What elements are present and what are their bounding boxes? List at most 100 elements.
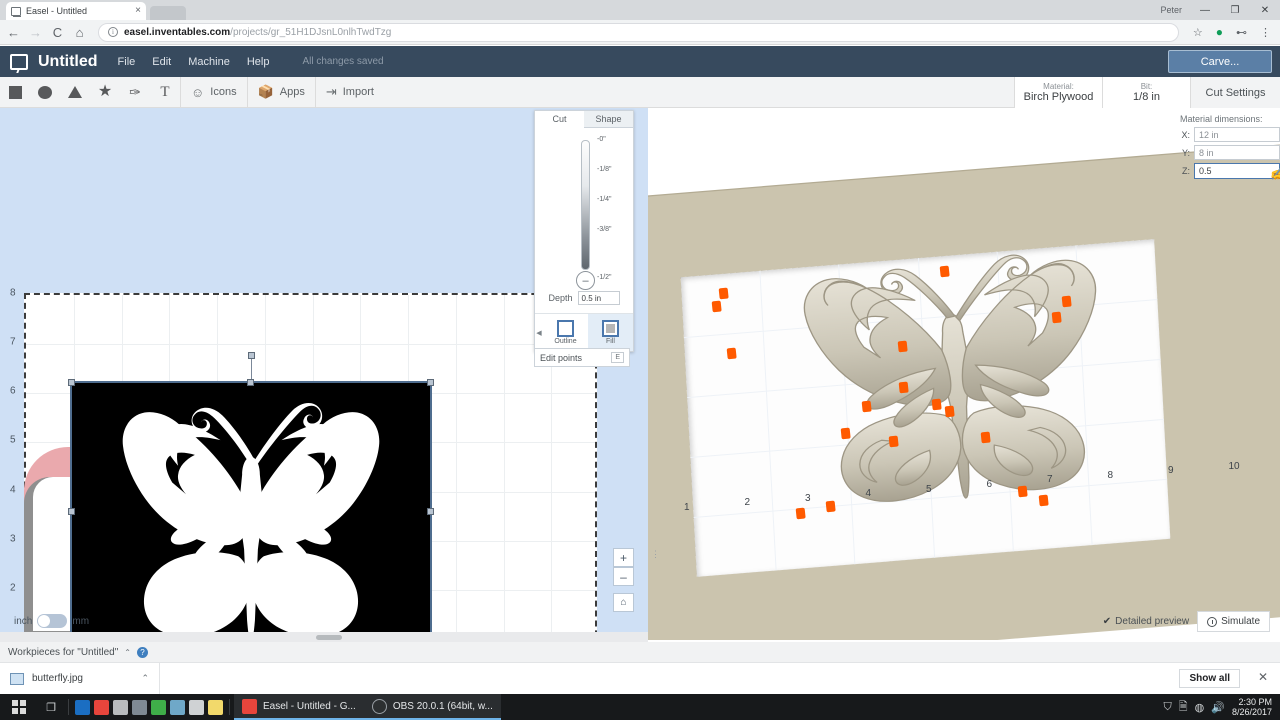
minimize-button[interactable]: — <box>1190 0 1220 20</box>
text-tool[interactable]: T <box>150 77 180 108</box>
cut-panel: Cut Shape – -0" -1/8" -1/4" -3/8" -1/2" … <box>534 110 634 352</box>
easel-toolbar: ★ ✑ T ☺ Icons 📦 Apps ⇥ Import Material: … <box>0 76 1280 108</box>
reload-button[interactable]: C <box>50 25 65 40</box>
holding-tab <box>1061 295 1072 308</box>
detailed-preview-toggle[interactable]: ✔ Detailed preview <box>1103 616 1189 627</box>
paint-icon[interactable] <box>151 699 166 715</box>
maximize-button[interactable]: ❐ <box>1220 0 1250 20</box>
holding-tab <box>711 300 722 313</box>
help-icon[interactable]: ? <box>137 646 148 658</box>
blue-app-icon[interactable] <box>75 699 90 715</box>
volume-icon[interactable]: 🔊 <box>1211 701 1225 714</box>
depth-input[interactable]: 0.5 in <box>577 291 620 305</box>
task-view-icon[interactable]: ❐ <box>38 694 64 720</box>
menu-machine[interactable]: Machine <box>188 56 230 68</box>
preview-ruler-tick: 1 <box>684 502 690 513</box>
unit-switch[interactable] <box>37 614 68 628</box>
3d-preview[interactable]: 1 2 3 4 5 6 7 8 9 10 ⋮ ✔ Detailed preview Simulat… <box>648 108 1280 640</box>
forward-button[interactable]: → <box>28 25 43 40</box>
network-icon[interactable]: ◍ <box>1195 701 1205 714</box>
address-bar[interactable]: i easel.inventables.com/projects/gr_51H1… <box>98 22 1179 42</box>
simulate-button[interactable]: Simulate <box>1197 611 1270 632</box>
close-tab-icon[interactable]: × <box>135 6 141 16</box>
toolbar-stats: Material: Birch Plywood Bit: 1/8 in Cut … <box>1014 77 1280 108</box>
resize-handle-ne[interactable] <box>427 379 434 386</box>
taskbar-app-obs-title: OBS 20.0.1 (64bit, w... <box>392 700 493 712</box>
apps-button[interactable]: 📦 Apps <box>246 76 315 108</box>
depth-slider-track[interactable] <box>581 140 590 270</box>
chrome-icon[interactable] <box>94 699 109 715</box>
rotate-handle[interactable] <box>248 352 255 359</box>
tab-cut[interactable]: Cut <box>535 111 584 128</box>
profile-avatar-icon[interactable]: ● <box>1213 25 1226 39</box>
profile-name-label[interactable]: Peter <box>1160 5 1182 15</box>
taskbar-app-obs[interactable]: OBS 20.0.1 (64bit, w... <box>363 694 501 720</box>
media-icon[interactable] <box>170 699 185 715</box>
doc-icon[interactable] <box>113 699 128 715</box>
resize-handle-nw[interactable] <box>68 379 75 386</box>
y-tick: 5 <box>10 434 16 446</box>
y-tick: 2 <box>10 582 16 594</box>
extension-icon[interactable]: ⊷ <box>1233 26 1250 39</box>
import-button[interactable]: ⇥ Import <box>314 76 384 108</box>
outline-mode-button[interactable]: Outline <box>543 314 588 351</box>
cut-settings-button[interactable]: Cut Settings <box>1190 77 1280 108</box>
preview-drag-handle[interactable]: ⋮ <box>651 549 660 560</box>
site-info-icon[interactable]: i <box>108 27 118 37</box>
workpiece-caret-icon[interactable]: ⌃ <box>141 673 149 684</box>
home-button[interactable]: ⌂ <box>72 25 87 40</box>
folder-icon[interactable] <box>189 699 204 715</box>
close-window-button[interactable]: ✕ <box>1250 0 1280 20</box>
taskbar-app-chrome[interactable]: Easel - Untitled - G... <box>234 694 364 720</box>
zoom-home-icon[interactable]: ⌂ <box>613 593 634 612</box>
list-item[interactable]: butterfly.jpg ⌃ <box>0 662 160 695</box>
note-icon[interactable] <box>208 699 223 715</box>
collapse-arrow-icon[interactable]: ◀ <box>535 314 543 351</box>
zoom-in-button[interactable]: + <box>613 548 634 567</box>
edit-points-button[interactable]: Edit points E <box>534 348 630 367</box>
x-dimension-input[interactable]: 12 in <box>1194 127 1280 142</box>
depth-slider-knob[interactable]: – <box>576 271 595 290</box>
butterfly-artwork-selection[interactable] <box>68 352 434 640</box>
bookmark-star-icon[interactable]: ☆ <box>1190 26 1206 39</box>
chrome-menu-icon[interactable]: ⋮ <box>1257 26 1274 39</box>
workpieces-close-icon[interactable]: ✕ <box>1258 670 1268 684</box>
detailed-preview-label: Detailed preview <box>1115 616 1190 627</box>
carve-button[interactable]: Carve... <box>1168 50 1272 73</box>
resize-handle-e[interactable] <box>427 507 434 515</box>
back-button[interactable]: ← <box>6 25 21 40</box>
z-dimension-input[interactable]: 0.5 <box>1194 163 1280 179</box>
page-title[interactable]: Untitled <box>38 53 98 71</box>
y-dimension-input[interactable]: 8 in <box>1194 145 1280 160</box>
icons-button[interactable]: ☺ Icons <box>180 76 247 108</box>
material-stat[interactable]: Material: Birch Plywood <box>1014 77 1102 108</box>
triangle-tool[interactable] <box>60 77 90 108</box>
bit-stat[interactable]: Bit: 1/8 in <box>1102 77 1190 108</box>
polygon-pen-tool[interactable]: ✑ <box>120 77 150 108</box>
menu-file[interactable]: File <box>118 56 136 68</box>
butterfly-artwork[interactable] <box>72 383 430 640</box>
resize-handle-n[interactable] <box>247 379 254 386</box>
easel-logo-icon[interactable] <box>10 53 28 70</box>
circle-tool[interactable] <box>30 77 60 108</box>
zoom-out-button[interactable]: – <box>613 567 634 586</box>
workpieces-collapse-icon[interactable]: ⌃ <box>124 648 131 657</box>
windows-start-icon[interactable] <box>0 694 38 720</box>
menu-edit[interactable]: Edit <box>152 56 171 68</box>
shield-icon[interactable]: ⛉ <box>1164 701 1172 714</box>
explorer-icon[interactable] <box>132 699 147 715</box>
splitter-grip[interactable] <box>316 635 342 640</box>
taskbar-clock[interactable]: 2:30 PM 8/26/2017 <box>1232 697 1272 718</box>
star-tool[interactable]: ★ <box>90 77 120 108</box>
resize-handle-w[interactable] <box>68 507 75 515</box>
new-tab-button[interactable] <box>150 6 186 20</box>
fill-mode-button[interactable]: Fill <box>588 314 633 351</box>
square-tool[interactable] <box>0 77 30 108</box>
browser-tab[interactable]: Easel - Untitled × <box>6 2 146 20</box>
menu-help[interactable]: Help <box>247 56 270 68</box>
depth-slider[interactable]: – -0" -1/8" -1/4" -3/8" -1/2" <box>535 128 633 290</box>
battery-icon[interactable]: 🗎 <box>1179 698 1188 717</box>
show-all-button[interactable]: Show all <box>1179 669 1240 688</box>
unit-toggle[interactable]: inch mm <box>14 614 89 628</box>
tab-shape[interactable]: Shape <box>584 111 633 128</box>
